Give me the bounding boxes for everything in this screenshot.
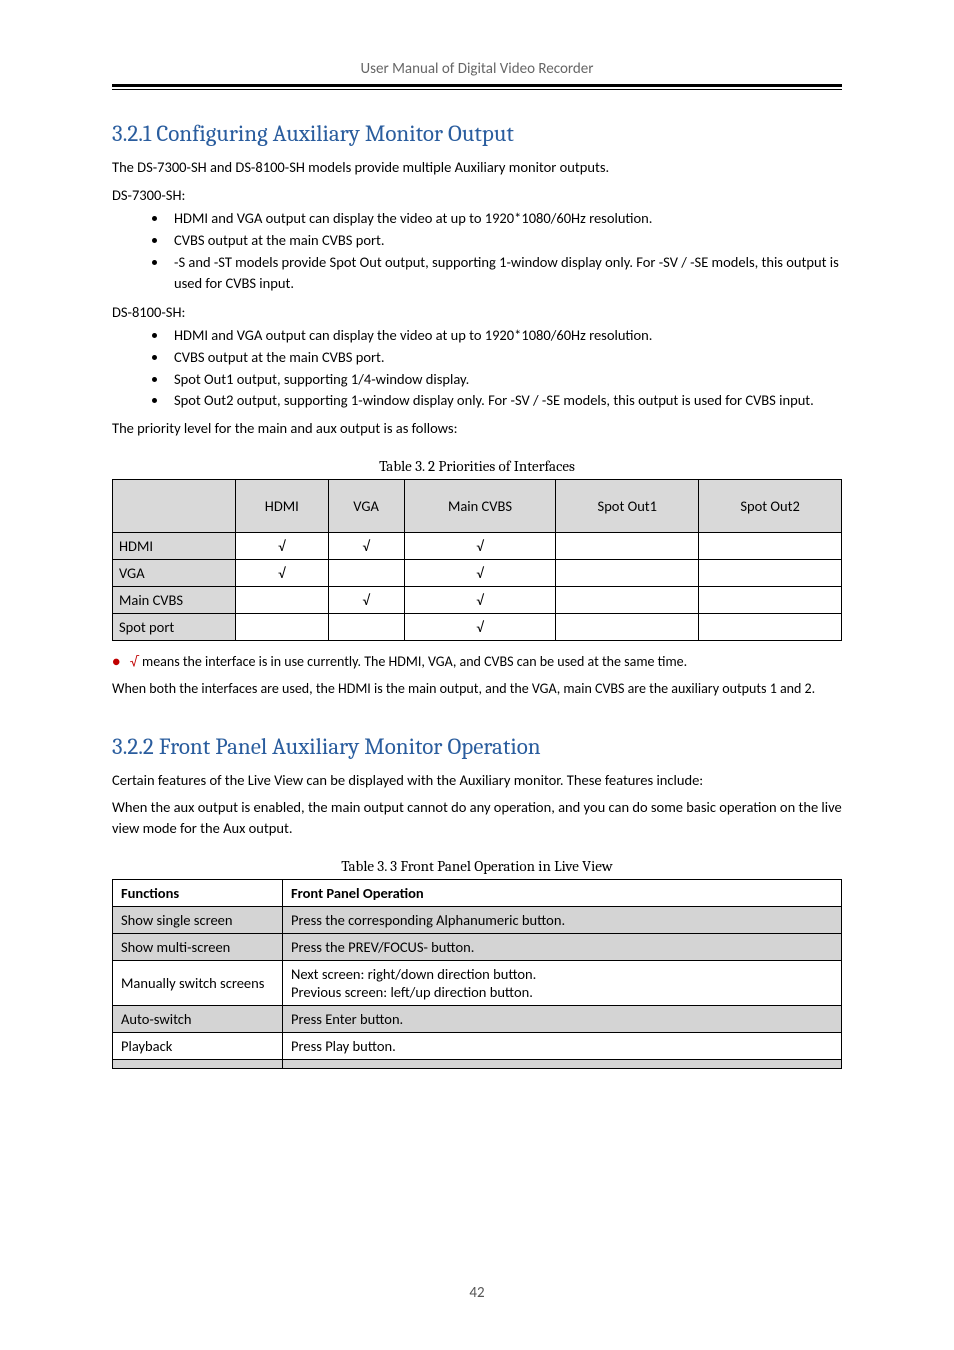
fp-row-label: Show single screen xyxy=(113,907,283,934)
header-title: User Manual of Digital Video Recorder xyxy=(112,60,842,84)
ds8100-label: DS-8100-SH: xyxy=(112,303,842,321)
th-vga: VGA xyxy=(328,480,404,533)
cell: √ xyxy=(328,587,404,614)
th-spot1: Spot Out1 xyxy=(556,480,699,533)
section-title-3-2-2: 3.2.2 Front Panel Auxiliary Monitor Oper… xyxy=(112,733,842,760)
cell xyxy=(556,614,699,641)
fp-row-label: Show multi-screen xyxy=(113,934,283,961)
list-item: -S and -ST models provide Spot Out outpu… xyxy=(168,252,842,296)
cell: √ xyxy=(404,533,556,560)
intro-paragraph: The DS-7300-SH and DS-8100-SH models pro… xyxy=(112,157,842,178)
row-vga: VGA xyxy=(113,560,236,587)
ds7300-label: DS-7300-SH: xyxy=(112,186,842,204)
cell xyxy=(556,533,699,560)
section-title-3-2-1: 3.2.1 Configuring Auxiliary Monitor Outp… xyxy=(112,120,842,147)
note-para: When both the interfaces are used, the H… xyxy=(112,678,842,699)
cell: √ xyxy=(328,533,404,560)
cell xyxy=(236,614,329,641)
table-3-3-caption: Table 3. 3 Front Panel Operation in Live… xyxy=(112,857,842,875)
cell xyxy=(328,560,404,587)
cell: √ xyxy=(404,587,556,614)
cell xyxy=(699,560,842,587)
cell: √ xyxy=(404,560,556,587)
fp-row-value: Press Play button. xyxy=(283,1033,842,1060)
note-text-1: means the interface is in use currently. xyxy=(142,653,364,670)
fp-intro: When the aux output is enabled, the main… xyxy=(112,797,842,839)
ds8100-list: HDMI and VGA output can display the vide… xyxy=(112,325,842,412)
list-item: HDMI and VGA output can display the vide… xyxy=(168,208,842,230)
cell xyxy=(699,587,842,614)
list-item: Spot Out2 output, supporting 1-window di… xyxy=(168,390,842,412)
priorities-table: HDMI VGA Main CVBS Spot Out1 Spot Out2 H… xyxy=(112,479,842,641)
fp-timing-note: Certain features of the Live View can be… xyxy=(112,770,842,791)
cell: √ xyxy=(404,614,556,641)
row-main-cvbs: Main CVBS xyxy=(113,587,236,614)
list-item: HDMI and VGA output can display the vide… xyxy=(168,325,842,347)
bullet-icon: ● xyxy=(112,653,120,670)
fp-row-value: Press the corresponding Alphanumeric but… xyxy=(283,907,842,934)
cell xyxy=(699,533,842,560)
th-main-cvbs: Main CVBS xyxy=(404,480,556,533)
table-3-2-caption: Table 3. 2 Priorities of Interfaces xyxy=(112,457,842,475)
fp-row-value xyxy=(283,1060,842,1069)
priorities-note: ● √ means the interface is in use curren… xyxy=(112,651,842,699)
fp-row-label: Auto-switch xyxy=(113,1006,283,1033)
th-blank xyxy=(113,480,236,533)
header-rule-thick xyxy=(112,84,842,87)
header-rule-thin xyxy=(112,89,842,90)
cell xyxy=(699,614,842,641)
fp-row-label: Playback xyxy=(113,1033,283,1060)
cell xyxy=(328,614,404,641)
fp-row-label xyxy=(113,1060,283,1069)
fp-row-value: Press Enter button. xyxy=(283,1006,842,1033)
note-text-2: The HDMI, VGA, and CVBS can be used at t… xyxy=(364,653,687,670)
page-number: 42 xyxy=(0,1284,954,1302)
page-root: User Manual of Digital Video Recorder 3.… xyxy=(0,0,954,1350)
fp-th-functions: Functions xyxy=(113,880,283,907)
row-spot-port: Spot port xyxy=(113,614,236,641)
check-icon: √ xyxy=(130,653,139,670)
cell: √ xyxy=(236,533,329,560)
front-panel-table: Functions Front Panel Operation Show sin… xyxy=(112,879,842,1069)
cell xyxy=(556,587,699,614)
fp-row-label: Manually switch screens xyxy=(113,961,283,1006)
fp-row-value: Press the PREV/FOCUS- button. xyxy=(283,934,842,961)
priority-intro: The priority level for the main and aux … xyxy=(112,418,842,439)
th-spot2: Spot Out2 xyxy=(699,480,842,533)
list-item: CVBS output at the main CVBS port. xyxy=(168,230,842,252)
list-item: CVBS output at the main CVBS port. xyxy=(168,347,842,369)
cell xyxy=(556,560,699,587)
cell xyxy=(236,587,329,614)
fp-row-value: Next screen: right/down direction button… xyxy=(283,961,842,1006)
row-hdmi: HDMI xyxy=(113,533,236,560)
list-item: Spot Out1 output, supporting 1/4-window … xyxy=(168,369,842,391)
ds7300-list: HDMI and VGA output can display the vide… xyxy=(112,208,842,295)
cell: √ xyxy=(236,560,329,587)
th-hdmi: HDMI xyxy=(236,480,329,533)
fp-th-operation: Front Panel Operation xyxy=(283,880,842,907)
